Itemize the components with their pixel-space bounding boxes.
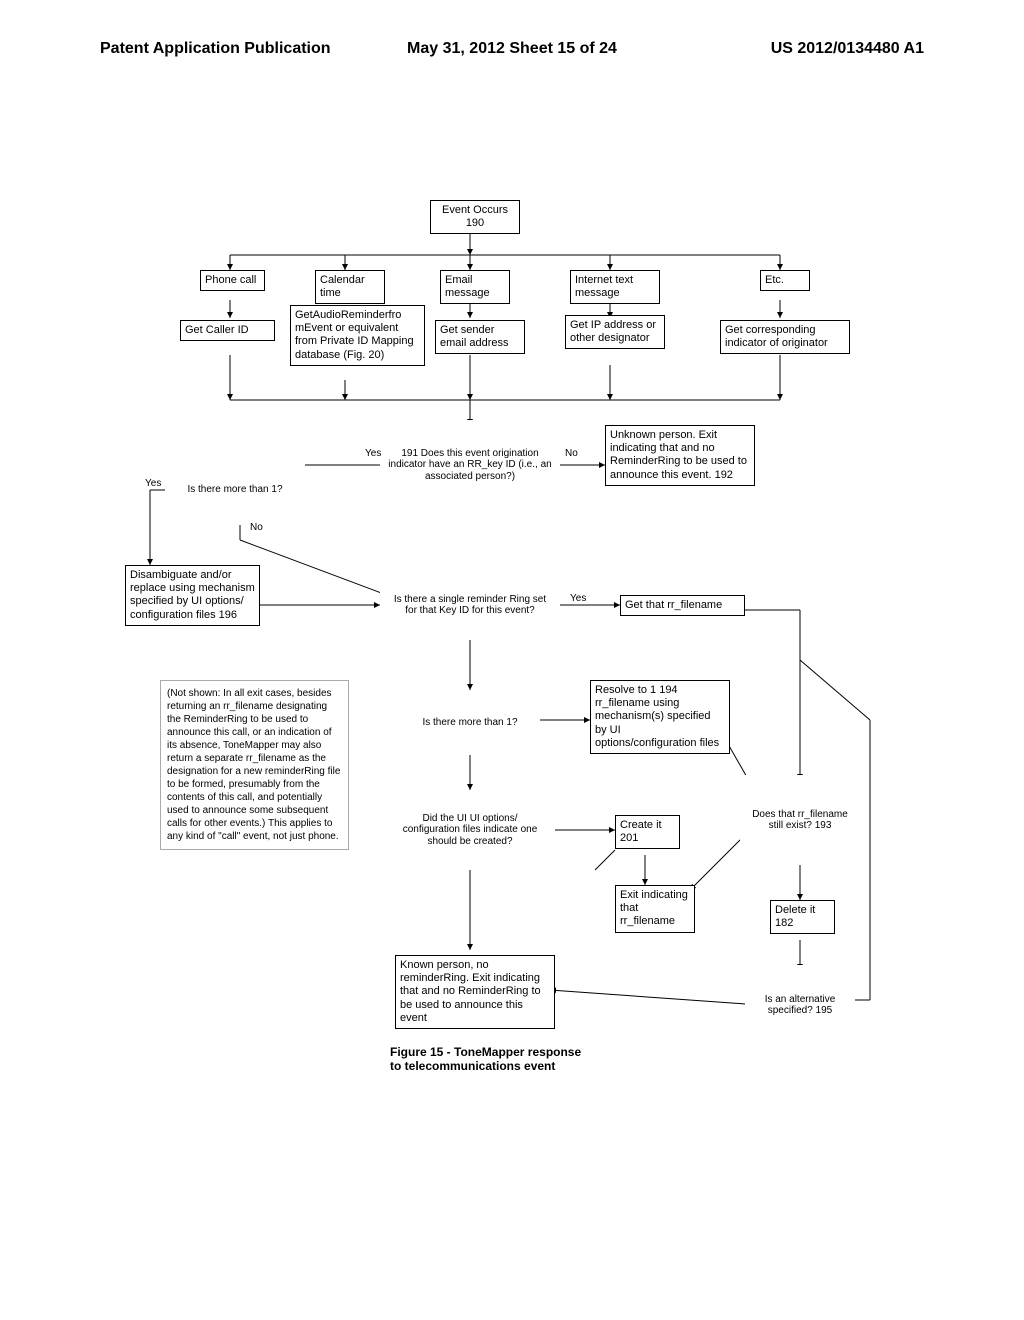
box-201-create: Create it 201 [615, 815, 680, 849]
box-exit-filename: Exit indicating that rr_filename [615, 885, 695, 933]
decision-more-than-1-a: Is there more than 1? [165, 455, 305, 525]
figure-caption: Figure 15 - ToneMapper response to telec… [390, 1045, 581, 1073]
label-no-more1: No [250, 522, 263, 533]
decision-more-than-1-b: Is there more than 1? [400, 690, 540, 755]
box-phone: Phone call [200, 270, 265, 291]
box-event-occurs: Event Occurs 190 [430, 200, 520, 234]
box-get-ip: Get IP address or other designator [565, 315, 665, 349]
note-aside: (Not shown: In all exit cases, besides r… [160, 680, 349, 850]
decision-191: 191 Does this event origination indicato… [380, 420, 560, 510]
box-known-person: Known person, no reminderRing. Exit indi… [395, 955, 555, 1029]
decision-ui-options: Did the UI UI options/ configuration fil… [385, 790, 555, 870]
box-get-caller-id: Get Caller ID [180, 320, 275, 341]
page-header: Patent Application Publication May 31, 2… [0, 40, 1024, 58]
header-center: May 31, 2012 Sheet 15 of 24 [407, 40, 617, 58]
label-no-191: No [565, 448, 578, 459]
label-yes-more1: Yes [145, 478, 161, 489]
box-calendar: Calendar time [315, 270, 385, 304]
label-yes-single: Yes [570, 593, 586, 604]
box-get-filename: Get that rr_filename [620, 595, 745, 616]
box-get-calendar: GetAudioReminderfro mEvent or equivalent… [290, 305, 425, 366]
box-194: Resolve to 1 194 rr_filename using mecha… [590, 680, 730, 754]
header-right: US 2012/0134480 A1 [771, 40, 924, 58]
decision-195: Is an alternative specified? 195 [745, 965, 855, 1045]
box-get-email: Get sender email address [435, 320, 525, 354]
box-delete: Delete it 182 [770, 900, 835, 934]
box-etc: Etc. [760, 270, 810, 291]
decision-193: Does that rr_filename still exist? 193 [740, 775, 860, 865]
decision-single-reminder: Is there a single reminder Ring set for … [380, 570, 560, 640]
box-196: Disambiguate and/or replace using mechan… [125, 565, 260, 626]
label-yes-191: Yes [365, 448, 381, 459]
box-get-etc: Get corresponding indicator of originato… [720, 320, 850, 354]
box-email: Email message [440, 270, 510, 304]
flowchart: Event Occurs 190 Phone call Calendar tim… [120, 200, 900, 1160]
box-192: Unknown person. Exit indicating that and… [605, 425, 755, 486]
page: Patent Application Publication May 31, 2… [0, 0, 1024, 1320]
header-left: Patent Application Publication [100, 40, 331, 58]
box-internet: Internet text message [570, 270, 660, 304]
